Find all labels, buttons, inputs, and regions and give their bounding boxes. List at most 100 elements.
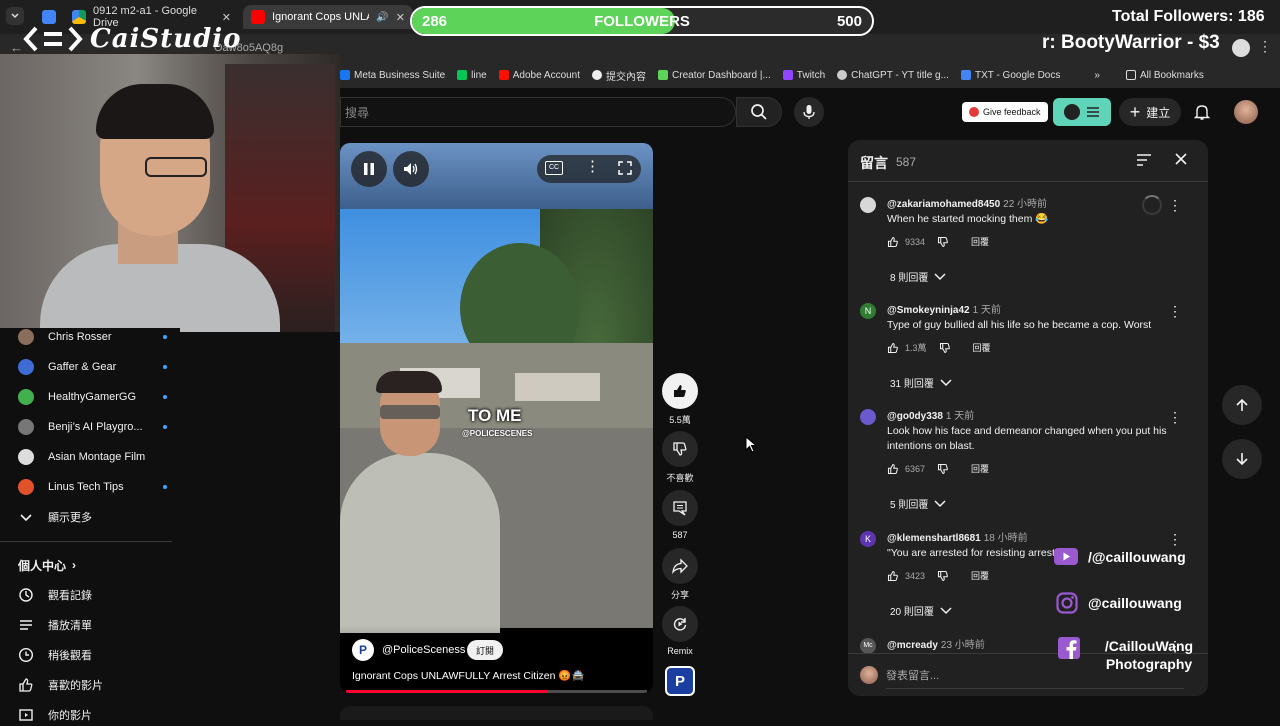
dislike-button[interactable] [662,431,698,467]
sidebar-subscription[interactable]: Benji’s AI Playgro... [18,416,167,438]
commenter-avatar[interactable]: N [860,303,876,319]
channel-avatar[interactable]: P [352,639,374,661]
comment-menu-icon[interactable]: ⋮ [1168,303,1182,320]
channel-name[interactable]: @PoliceSceness [382,644,465,656]
commenter-avatar[interactable]: K [860,531,876,547]
show-replies-button[interactable]: 31 則回覆 [890,375,952,390]
like-icon[interactable] [887,342,899,354]
show-replies-button[interactable]: 5 則回覆 [890,496,946,511]
close-tab-icon[interactable]: ✕ [396,11,405,24]
bookmark[interactable]: ChatGPT - YT title g... [837,70,949,81]
create-button[interactable]: + 建立 [1119,98,1181,126]
reply-button[interactable]: 回覆 [971,235,989,248]
reply-button[interactable]: 回覆 [971,462,989,475]
remix-action[interactable]: Remix [662,606,698,656]
like-button[interactable] [662,373,698,409]
subscribe-button[interactable]: 訂閱 [467,640,504,660]
comment-author[interactable]: @mcready [887,640,938,651]
sidebar-subscription[interactable]: HealthyGamerGG [18,386,167,408]
comment-time[interactable]: 23 小時前 [941,640,985,651]
reply-button[interactable]: 回覆 [971,569,989,582]
like-icon[interactable] [887,236,899,248]
comment-time[interactable]: 18 小時前 [984,533,1028,544]
shorts-video-player[interactable]: TO ME @POLICESCENES CC ⋮ P @PoliceScenes… [340,143,653,693]
notifications-button[interactable] [1193,103,1211,121]
more-bookmarks-icon[interactable]: » [1094,70,1100,81]
comment-menu-icon[interactable]: ⋮ [1168,197,1182,214]
pause-button[interactable] [351,151,387,187]
bookmark[interactable]: Meta Business Suite [340,70,445,81]
extension-button[interactable] [1053,98,1111,126]
video-title[interactable]: Ignorant Cops UNLAWFULLY Arrest Citizen … [352,669,585,682]
tab-youtube[interactable]: Ignorant Cops UNLAWFULL 🔊 ✕ [243,5,413,29]
google-drive-icon [72,10,86,24]
all-bookmarks[interactable]: All Bookmarks [1125,70,1204,81]
give-feedback-button[interactable]: Give feedback [962,102,1048,122]
captions-icon[interactable]: CC [545,161,563,175]
comment-time[interactable]: 1 天前 [946,411,974,422]
scroll-down-button[interactable] [1222,439,1262,479]
remix-button[interactable] [662,606,698,642]
channel-avatar-small[interactable]: P [665,666,695,696]
tab-search-button[interactable] [6,7,24,25]
voice-search-button[interactable] [794,97,824,127]
share-button[interactable] [662,548,698,584]
commenter-avatar[interactable] [860,197,876,213]
sidebar-subscription[interactable]: Chris Rosser [18,326,167,348]
close-tab-icon[interactable]: ✕ [222,11,231,24]
account-avatar[interactable] [1234,100,1258,124]
sidebar-you-header[interactable]: 個人中心 › [18,554,76,576]
dislike-action[interactable]: 不喜歡 [662,431,698,484]
share-action[interactable]: 分享 [662,548,698,601]
dislike-icon[interactable] [937,463,949,475]
comment-author[interactable]: @klemenshartl8681 [887,533,981,544]
bookmark[interactable]: 提交內容 [592,68,646,83]
sort-button[interactable] [1136,153,1152,167]
bookmark[interactable]: Adobe Account [498,70,580,81]
bookmark[interactable]: Twitch [782,70,825,81]
sidebar-subscription[interactable]: Gaffer & Gear [18,356,167,378]
close-panel-button[interactable] [1174,152,1188,166]
comment-author[interactable]: @go0dy338 [887,411,943,422]
sidebar-show-more[interactable]: 顯示更多 [18,506,92,528]
sidebar-subscription[interactable]: Asian Montage Film [18,446,145,468]
like-icon[interactable] [887,463,899,475]
new-content-dot [163,335,167,339]
show-replies-button[interactable]: 8 則回覆 [890,269,946,284]
sidebar-item-watch-later[interactable]: 稍後觀看 [18,644,92,666]
volume-button[interactable] [393,151,429,187]
comment-menu-icon[interactable]: ⋮ [1168,531,1182,548]
search-input[interactable]: 搜尋 [340,97,736,127]
dislike-icon[interactable] [937,570,949,582]
like-action[interactable]: 5.5萬 [662,373,698,426]
sidebar-item-playlists[interactable]: 播放清單 [18,614,92,636]
reply-button[interactable]: 回覆 [973,341,991,354]
bookmark[interactable]: line [457,70,487,81]
comment-time[interactable]: 22 小時前 [1003,199,1047,210]
clock-icon [18,647,34,663]
dislike-icon[interactable] [937,236,949,248]
sidebar-subscription[interactable]: Linus Tech Tips [18,476,167,498]
like-icon[interactable] [887,570,899,582]
dislike-icon[interactable] [939,342,951,354]
sidebar-item-your-videos[interactable]: 你的影片 [18,704,92,726]
fullscreen-button[interactable] [618,161,632,175]
comment-menu-icon[interactable]: ⋮ [1168,409,1182,426]
search-button[interactable] [736,97,782,127]
audio-playing-icon[interactable]: 🔊 [376,12,388,23]
more-options-icon[interactable]: ⋮ [585,157,600,175]
sidebar-item-liked[interactable]: 喜歡的影片 [18,674,103,696]
new-content-dot [163,425,167,429]
comments-action[interactable]: 587 [662,490,698,540]
commenter-avatar[interactable] [860,409,876,425]
bookmark[interactable]: Creator Dashboard |... [658,70,771,81]
comment-author[interactable]: @zakariamohamed8450 [887,199,1000,210]
comment-time[interactable]: 1 天前 [973,305,1001,316]
scroll-up-button[interactable] [1222,385,1262,425]
comments-button[interactable] [662,490,698,526]
show-replies-button[interactable]: 20 則回覆 [890,603,952,618]
bookmark[interactable]: TXT - Google Docs [960,70,1060,81]
commenter-avatar[interactable]: Mc [860,638,876,654]
comment-author[interactable]: @Smokeyninja42 [887,305,970,316]
sidebar-item-history[interactable]: 觀看記錄 [18,584,92,606]
